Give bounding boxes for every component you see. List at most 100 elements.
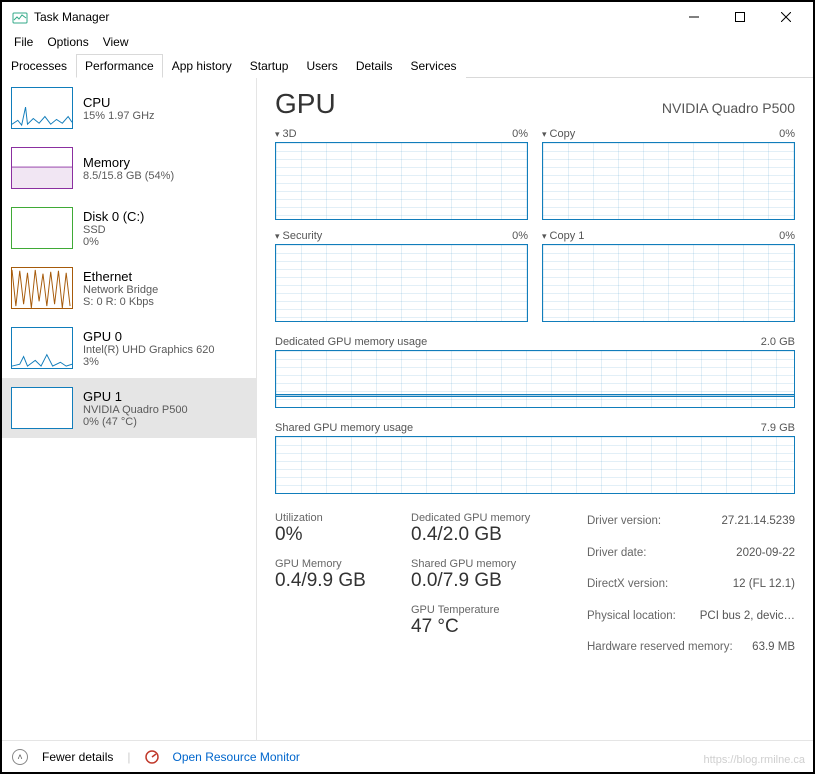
- graph-label: 3D: [283, 128, 297, 140]
- tab-services[interactable]: Services: [402, 54, 466, 78]
- sidebar-item-sub: S: 0 R: 0 Kbps: [83, 296, 158, 308]
- graph-label: Security: [283, 230, 323, 242]
- cpu-thumbnail: [11, 87, 73, 129]
- engine-graphs: ▾3D0% ▾Copy0% ▾Security0% ▾Copy 10%: [275, 128, 795, 322]
- sidebar-item-sub: 8.5/15.8 GB (54%): [83, 170, 174, 182]
- detail-key: Driver date:: [587, 544, 646, 564]
- graph-3d[interactable]: ▾3D 0%: [275, 128, 528, 220]
- sidebar-item-memory[interactable]: Memory 8.5/15.8 GB (54%): [2, 138, 256, 198]
- detail-key: Driver version:: [587, 512, 661, 532]
- stat-label: GPU Memory: [275, 558, 395, 570]
- stat-value: 0.0/7.9 GB: [411, 570, 571, 592]
- menu-view[interactable]: View: [97, 34, 135, 50]
- maximize-button[interactable]: [717, 3, 763, 31]
- graph-label: Copy 1: [550, 230, 585, 242]
- resource-monitor-icon: [145, 750, 159, 764]
- detail-value: PCI bus 2, devic…: [700, 607, 795, 627]
- tab-app-history[interactable]: App history: [163, 54, 241, 78]
- open-resource-monitor-link[interactable]: Open Resource Monitor: [173, 750, 300, 764]
- graph-shared-memory[interactable]: Shared GPU memory usage 7.9 GB: [275, 422, 795, 494]
- sidebar-item-sub: 0%: [83, 236, 144, 248]
- graph-percent: 0%: [512, 128, 528, 140]
- sidebar-item-label: GPU 0: [83, 329, 214, 344]
- sidebar-item-sub: SSD: [83, 224, 144, 236]
- tab-details[interactable]: Details: [347, 54, 402, 78]
- gpu1-thumbnail: [11, 387, 73, 429]
- sidebar-item-disk[interactable]: Disk 0 (C:) SSD 0%: [2, 198, 256, 258]
- graph-percent: 0%: [779, 230, 795, 242]
- sidebar-item-label: CPU: [83, 95, 155, 110]
- chevron-down-icon: ▾: [542, 129, 547, 139]
- graph-security[interactable]: ▾Security 0%: [275, 230, 528, 322]
- footer: ˄ Fewer details | Open Resource Monitor: [2, 740, 813, 772]
- chevron-up-icon: ˄: [17, 752, 22, 762]
- gpu0-thumbnail: [11, 327, 73, 369]
- sidebar-item-sub: 15% 1.97 GHz: [83, 110, 155, 122]
- close-button[interactable]: [763, 3, 809, 31]
- graph-copy[interactable]: ▾Copy0%: [542, 128, 795, 220]
- stat-label: Utilization: [275, 512, 395, 524]
- stat-value: 0%: [275, 524, 395, 546]
- tab-startup[interactable]: Startup: [241, 54, 298, 78]
- disk-thumbnail: [11, 207, 73, 249]
- sidebar-item-label: GPU 1: [83, 389, 188, 404]
- sidebar-item-sub: Network Bridge: [83, 284, 158, 296]
- fewer-details-toggle[interactable]: ˄: [12, 749, 28, 765]
- graph-percent: 0%: [512, 230, 528, 242]
- sidebar-item-gpu0[interactable]: GPU 0 Intel(R) UHD Graphics 620 3%: [2, 318, 256, 378]
- chevron-down-icon: ▾: [542, 231, 547, 241]
- sidebar-item-label: Disk 0 (C:): [83, 209, 144, 224]
- detail-value: 2020-09-22: [736, 544, 795, 564]
- page-title: GPU: [275, 88, 336, 120]
- sidebar-item-gpu1[interactable]: GPU 1 NVIDIA Quadro P500 0% (47 °C): [2, 378, 256, 438]
- main-panel: GPU NVIDIA Quadro P500 ▾3D0% ▾Copy0% ▾Se…: [257, 78, 813, 740]
- stat-value: 47 °C: [411, 616, 571, 638]
- sidebar-item-label: Ethernet: [83, 269, 158, 284]
- detail-key: DirectX version:: [587, 575, 668, 595]
- tab-users[interactable]: Users: [297, 54, 346, 78]
- chevron-down-icon: ▾: [275, 129, 280, 139]
- graph-max: 2.0 GB: [761, 336, 795, 348]
- graph-max: 7.9 GB: [761, 422, 795, 434]
- sidebar-item-sub: Intel(R) UHD Graphics 620: [83, 344, 214, 356]
- stat-value: 0.4/9.9 GB: [275, 570, 395, 592]
- memory-thumbnail: [11, 147, 73, 189]
- graph-dedicated-memory[interactable]: Dedicated GPU memory usage 2.0 GB: [275, 336, 795, 408]
- detail-key: Hardware reserved memory:: [587, 638, 733, 658]
- detail-value: 63.9 MB: [752, 638, 795, 658]
- detail-value: 12 (FL 12.1): [733, 575, 795, 595]
- sidebar-item-ethernet[interactable]: Ethernet Network Bridge S: 0 R: 0 Kbps: [2, 258, 256, 318]
- stat-label: Dedicated GPU memory: [411, 512, 571, 524]
- sidebar-item-sub: 0% (47 °C): [83, 416, 188, 428]
- tabbar: Processes Performance App history Startu…: [2, 52, 813, 78]
- sidebar-item-cpu[interactable]: CPU 15% 1.97 GHz: [2, 78, 256, 138]
- stat-label: GPU Temperature: [411, 604, 571, 616]
- sidebar-item-sub: NVIDIA Quadro P500: [83, 404, 188, 416]
- titlebar: Task Manager: [2, 2, 813, 32]
- watermark: https://blog.rmilne.ca: [704, 754, 806, 766]
- menubar: File Options View: [2, 32, 813, 52]
- menu-options[interactable]: Options: [41, 34, 94, 50]
- graph-copy1[interactable]: ▾Copy 1 0%: [542, 230, 795, 322]
- content-area: CPU 15% 1.97 GHz Memory 8.5/15.8 GB (54%…: [2, 78, 813, 740]
- graph-label: Copy: [550, 128, 576, 140]
- window-title: Task Manager: [34, 10, 109, 24]
- device-name: NVIDIA Quadro P500: [662, 100, 795, 116]
- fewer-details-label[interactable]: Fewer details: [42, 750, 113, 764]
- detail-value: 27.21.14.5239: [721, 512, 795, 532]
- performance-sidebar: CPU 15% 1.97 GHz Memory 8.5/15.8 GB (54%…: [2, 78, 257, 740]
- tab-processes[interactable]: Processes: [2, 54, 76, 78]
- graph-label: Dedicated GPU memory usage: [275, 336, 427, 348]
- sidebar-item-label: Memory: [83, 155, 174, 170]
- app-icon: [12, 9, 28, 25]
- minimize-button[interactable]: [671, 3, 717, 31]
- stats-area: Utilization 0% GPU Memory 0.4/9.9 GB Ded…: [275, 512, 795, 658]
- stat-value: 0.4/2.0 GB: [411, 524, 571, 546]
- menu-file[interactable]: File: [8, 34, 39, 50]
- graph-label: Shared GPU memory usage: [275, 422, 413, 434]
- tab-performance[interactable]: Performance: [76, 54, 163, 78]
- stat-label: Shared GPU memory: [411, 558, 571, 570]
- chevron-down-icon: ▾: [275, 231, 280, 241]
- task-manager-window: Task Manager File Options View Processes…: [0, 0, 815, 774]
- detail-key: Physical location:: [587, 607, 676, 627]
